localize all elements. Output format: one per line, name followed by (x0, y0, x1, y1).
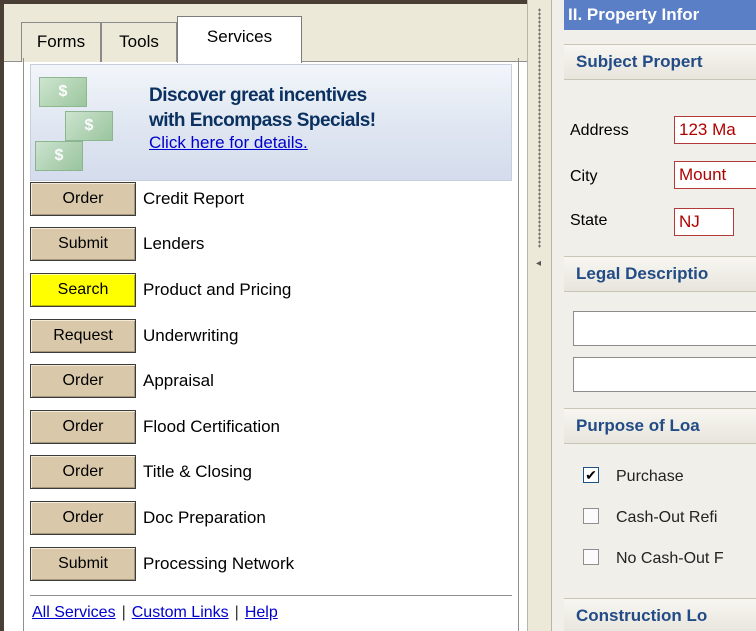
dollar-bill-icon: $ (35, 141, 83, 171)
submit-lenders-button[interactable]: Submit (30, 227, 136, 261)
dollar-bill-icon: $ (39, 77, 87, 107)
search-product-pricing-button[interactable]: Search (30, 273, 136, 307)
city-field[interactable]: Mount (674, 161, 756, 189)
order-credit-report-button[interactable]: Order (30, 182, 136, 216)
dollar-bill-icon: $ (65, 111, 113, 141)
link-separator: | (121, 604, 126, 621)
service-label: Lenders (143, 234, 205, 253)
purchase-option[interactable]: ✔ Purchase (583, 467, 684, 490)
service-row-doc-preparation: Order Doc Preparation (30, 501, 510, 539)
city-label: City (570, 168, 598, 185)
promo-headline: Discover great incentives with Encompass… (149, 83, 376, 133)
construction-loan-heading: Construction Lo (564, 598, 756, 631)
money-image-icon: $ $ $ (35, 69, 145, 177)
purpose-of-loan-heading: Purpose of Loa (564, 408, 756, 444)
checked-box-icon[interactable]: ✔ (583, 467, 599, 483)
no-cash-out-label: No Cash-Out F (616, 550, 724, 567)
no-cash-out-refi-option[interactable]: No Cash-Out F (583, 549, 724, 572)
service-row-credit-report: Order Credit Report (30, 182, 510, 220)
promo-headline-line1: Discover great incentives (149, 85, 367, 106)
help-link[interactable]: Help (245, 604, 278, 621)
grip-dots-icon (538, 8, 541, 248)
submit-processing-network-button[interactable]: Submit (30, 547, 136, 581)
subject-property-heading: Subject Propert (564, 44, 756, 80)
service-label: Doc Preparation (143, 508, 266, 527)
legal-description-line2[interactable] (573, 357, 756, 392)
tab-tools[interactable]: Tools (101, 22, 177, 62)
order-doc-preparation-button[interactable]: Order (30, 501, 136, 535)
order-appraisal-button[interactable]: Order (30, 364, 136, 398)
order-flood-certification-button[interactable]: Order (30, 410, 136, 444)
tab-strip: Forms Tools Services (4, 4, 527, 63)
unchecked-box-icon[interactable] (583, 508, 599, 524)
all-services-link[interactable]: All Services (32, 604, 116, 621)
service-row-processing-network: Submit Processing Network (30, 547, 510, 585)
promo-headline-line2: with Encompass Specials! (149, 110, 376, 131)
custom-links-link[interactable]: Custom Links (132, 604, 229, 621)
service-row-product-pricing: Search Product and Pricing (30, 273, 510, 311)
service-row-title-closing: Order Title & Closing (30, 455, 510, 493)
legal-description-line1[interactable] (573, 311, 756, 346)
promo-details-link[interactable]: Click here for details. (149, 133, 308, 153)
property-form-panel: II. Property Infor Subject Propert Addre… (552, 0, 756, 631)
panel-splitter[interactable]: ◂ (527, 0, 552, 631)
state-field[interactable]: NJ (674, 208, 734, 236)
service-label: Underwriting (143, 326, 239, 345)
unchecked-box-icon[interactable] (583, 549, 599, 565)
service-label: Product and Pricing (143, 280, 292, 299)
order-title-closing-button[interactable]: Order (30, 455, 136, 489)
address-field[interactable]: 123 Ma (674, 116, 756, 144)
promo-banner: $ $ $ Discover great incentives with Enc… (30, 64, 512, 181)
cash-out-refi-label: Cash-Out Refi (616, 509, 718, 526)
legal-description-heading: Legal Descriptio (564, 256, 756, 292)
footer-links: All Services | Custom Links | Help (32, 604, 278, 622)
service-row-flood-certification: Order Flood Certification (30, 410, 510, 448)
tab-services[interactable]: Services (177, 16, 302, 63)
service-label: Appraisal (143, 371, 214, 390)
service-label: Title & Closing (143, 462, 252, 481)
state-label: State (570, 212, 608, 229)
service-row-lenders: Submit Lenders (30, 227, 510, 265)
service-row-appraisal: Order Appraisal (30, 364, 510, 402)
request-underwriting-button[interactable]: Request (30, 319, 136, 353)
footer-divider (30, 595, 512, 596)
address-label: Address (570, 122, 629, 139)
cash-out-refi-option[interactable]: Cash-Out Refi (583, 508, 718, 531)
purchase-label: Purchase (616, 468, 684, 485)
service-row-underwriting: Request Underwriting (30, 319, 510, 357)
link-separator: | (234, 604, 239, 621)
tab-forms[interactable]: Forms (21, 22, 101, 62)
service-label: Credit Report (143, 189, 245, 208)
collapse-left-icon[interactable]: ◂ (536, 258, 541, 269)
service-label: Flood Certification (143, 417, 281, 436)
form-section-title: II. Property Infor (564, 0, 756, 30)
service-label: Processing Network (143, 554, 295, 573)
